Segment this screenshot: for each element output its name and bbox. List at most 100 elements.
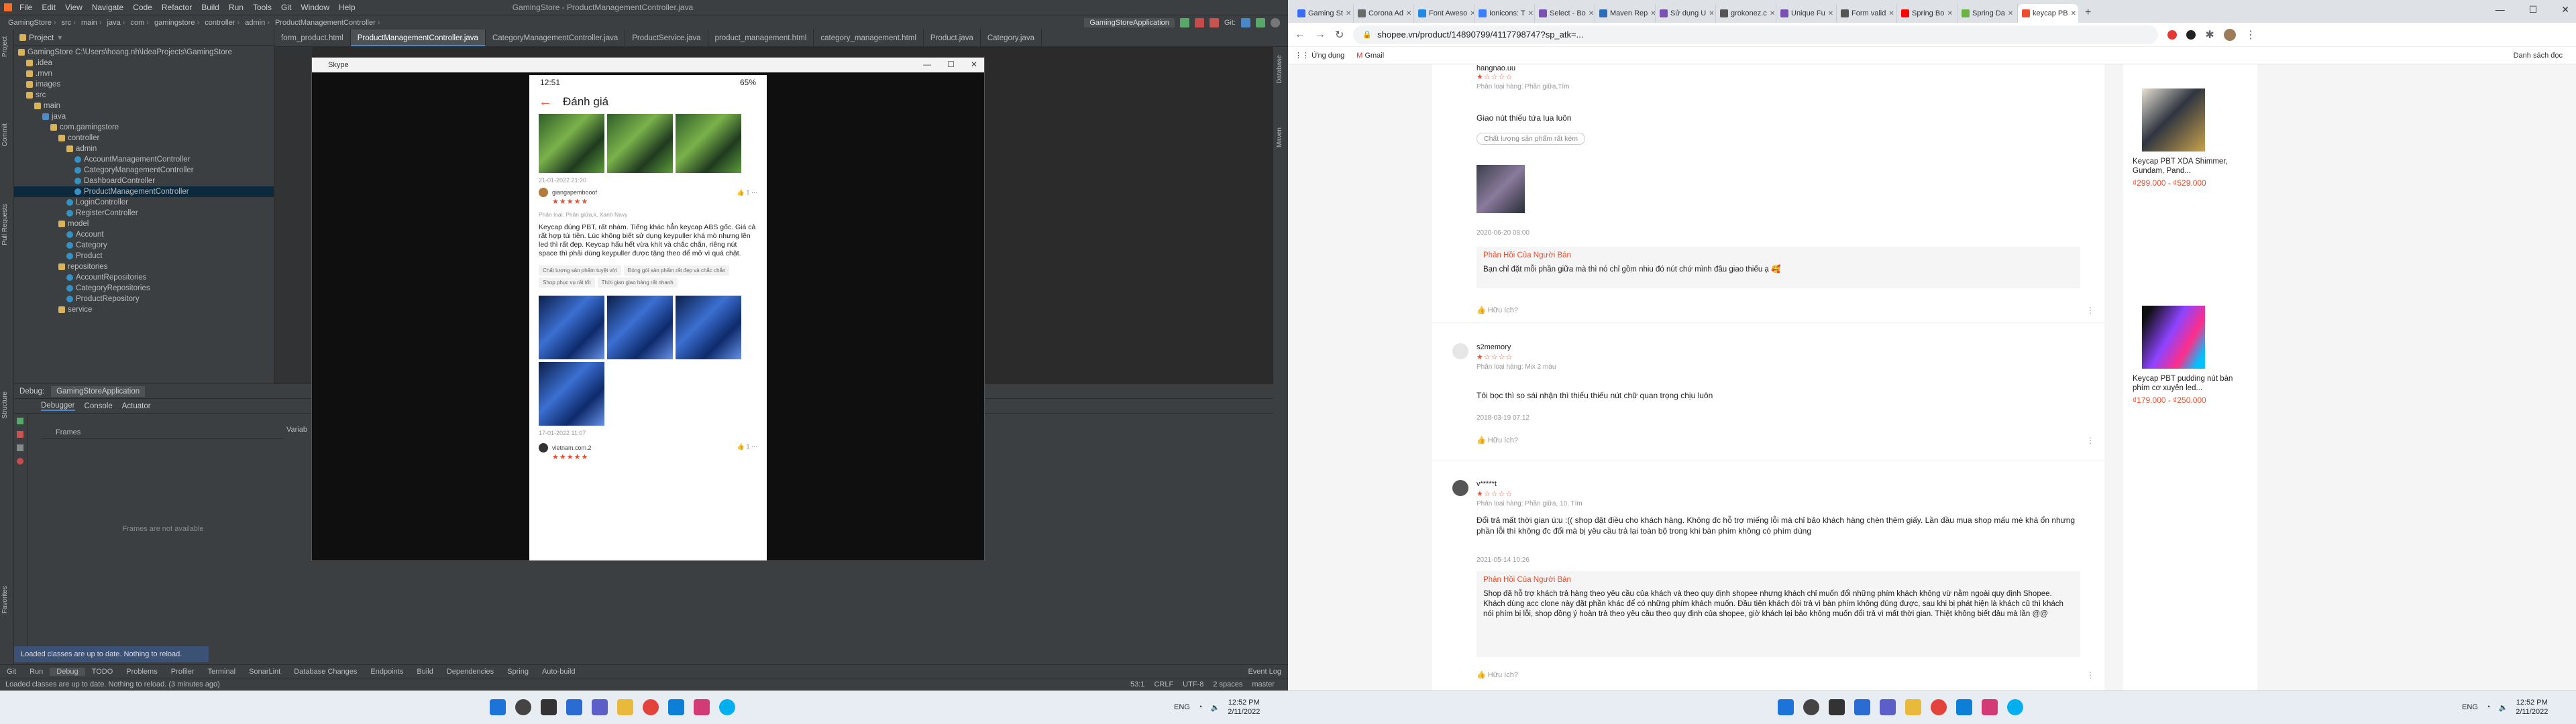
- menu-refactor[interactable]: Refactor: [157, 3, 197, 12]
- debug-config-tab[interactable]: GamingStoreApplication: [51, 385, 146, 397]
- project-tree-item[interactable]: GamingStore C:\Users\hoang.nh\IdeaProjec…: [14, 47, 274, 58]
- project-tree-item[interactable]: CategoryManagementController: [14, 165, 274, 176]
- review-image-thumbnail[interactable]: [539, 362, 604, 426]
- task-view-icon[interactable]: [1829, 699, 1845, 715]
- project-tree-item[interactable]: admin: [14, 143, 274, 154]
- helpful-button[interactable]: 👍 Hữu ích?: [1477, 306, 1518, 314]
- more-options-icon[interactable]: ⋮: [2086, 670, 2094, 680]
- review-image-thumbnail[interactable]: [676, 296, 741, 359]
- new-tab-icon[interactable]: +: [2078, 7, 2098, 23]
- project-tree-item[interactable]: controller: [14, 133, 274, 143]
- git-commit-icon[interactable]: [1256, 18, 1265, 27]
- debug-icon[interactable]: [1194, 18, 1204, 27]
- close-tab-icon[interactable]: ✕: [1888, 10, 1894, 17]
- menu-code[interactable]: Code: [128, 3, 157, 12]
- stop-icon[interactable]: [1209, 18, 1219, 27]
- close-tab-icon[interactable]: ✕: [1828, 10, 1833, 17]
- pull-requests-tool-tab[interactable]: Pull Requests: [1, 204, 9, 245]
- project-tree-item[interactable]: CategoryRepositories: [14, 283, 274, 294]
- close-icon[interactable]: ✕: [971, 60, 977, 69]
- breadcrumb-item[interactable]: main: [78, 19, 105, 27]
- close-tab-icon[interactable]: ✕: [2008, 10, 2013, 17]
- bookmark-apps[interactable]: ⋮⋮ Ứng dụng: [1295, 51, 1344, 60]
- project-tree-item[interactable]: service: [14, 304, 274, 315]
- maximize-icon[interactable]: ☐: [947, 60, 955, 69]
- profile-avatar[interactable]: [2223, 28, 2236, 41]
- project-tree-item[interactable]: DashboardController: [14, 176, 274, 186]
- project-tree-item[interactable]: AccountManagementController: [14, 154, 274, 165]
- browser-tab[interactable]: Maven Rep ✕: [1595, 4, 1656, 23]
- chrome-icon[interactable]: [1931, 699, 1947, 715]
- extension-icon[interactable]: [2167, 29, 2178, 40]
- more-options-icon[interactable]: ⋮: [2086, 436, 2094, 445]
- chrome-icon[interactable]: [643, 699, 659, 715]
- browser-tab[interactable]: Corona Ad ✕: [1354, 4, 1414, 23]
- taskbar-clock[interactable]: 12:52 PM 2/11/2022: [1228, 698, 1260, 717]
- editor-tab[interactable]: Category.java: [981, 29, 1042, 46]
- language-indicator[interactable]: ENG: [1174, 703, 1190, 711]
- chevron-down-icon[interactable]: ▾: [58, 33, 62, 42]
- more-options-icon[interactable]: ⋮: [2086, 306, 2094, 315]
- debug-tab-console[interactable]: Console: [85, 402, 113, 410]
- project-tree-item[interactable]: repositories: [14, 261, 274, 272]
- helpful-button[interactable]: 👍 Hữu ích?: [1477, 436, 1518, 444]
- teams-icon[interactable]: [1880, 699, 1896, 715]
- close-tab-icon[interactable]: ✕: [1528, 10, 1534, 17]
- task-view-icon[interactable]: [541, 699, 557, 715]
- close-tab-icon[interactable]: ✕: [1406, 10, 1411, 17]
- browser-tab[interactable]: Sử dụng U ✕: [1656, 4, 1716, 23]
- helpful-button[interactable]: 👍 Hữu ích?: [1477, 670, 1518, 679]
- file-explorer-icon[interactable]: [617, 699, 633, 715]
- tool-window-problems[interactable]: Problems: [119, 668, 164, 676]
- breadcrumb-item[interactable]: src: [59, 19, 78, 27]
- menu-file[interactable]: File: [15, 3, 37, 12]
- search-icon[interactable]: [515, 699, 531, 715]
- project-tree-item[interactable]: ProductManagementController: [14, 186, 274, 197]
- maximize-icon[interactable]: ☐: [2529, 4, 2538, 15]
- debug-tab-debugger[interactable]: Debugger: [41, 402, 75, 411]
- volume-icon[interactable]: 🔈: [2499, 703, 2508, 712]
- project-tree-item[interactable]: Account: [14, 229, 274, 240]
- intellij-icon[interactable]: [1982, 699, 1998, 715]
- minimize-icon[interactable]: —: [2496, 4, 2505, 15]
- taskbar-clock[interactable]: 12:52 PM 2/11/2022: [2516, 698, 2548, 717]
- tool-window-sonarlint[interactable]: SonarLint: [242, 668, 287, 676]
- breadcrumb-item[interactable]: gamingstore: [152, 19, 202, 27]
- minimize-icon[interactable]: —: [923, 60, 931, 69]
- browser-tab[interactable]: Unique Fu ✕: [1776, 4, 1837, 23]
- stop-icon[interactable]: [17, 431, 23, 438]
- editor-tab[interactable]: CategoryManagementController.java: [486, 29, 626, 46]
- status-item[interactable]: 53:1: [1130, 680, 1144, 688]
- thumbs-up-icon[interactable]: 👍: [737, 443, 745, 450]
- address-bar[interactable]: 🔒 shopee.vn/product/14890799/4117798747?…: [1353, 25, 2159, 44]
- browser-tab[interactable]: Ionicons: T ✕: [1474, 4, 1535, 23]
- event-log-button[interactable]: Event Log: [1241, 668, 1288, 676]
- browser-tab[interactable]: Spring Bo ✕: [1897, 4, 1957, 23]
- status-item[interactable]: UTF-8: [1183, 680, 1203, 688]
- widgets-icon[interactable]: [1854, 699, 1870, 715]
- breadcrumb-item[interactable]: GamingStore: [5, 19, 59, 27]
- wifi-icon[interactable]: ◔: [1198, 703, 1203, 711]
- git-update-icon[interactable]: [1241, 18, 1250, 27]
- editor-tab[interactable]: category_management.html: [814, 29, 924, 46]
- project-tree-item[interactable]: main: [14, 101, 274, 111]
- project-tree-item[interactable]: model: [14, 219, 274, 229]
- favorites-tool-tab[interactable]: Favorites: [1, 586, 9, 613]
- status-item[interactable]: master: [1252, 680, 1275, 688]
- project-tree-item[interactable]: RegisterController: [14, 208, 274, 219]
- search-icon[interactable]: [1803, 699, 1819, 715]
- menu-git[interactable]: Git: [276, 3, 296, 12]
- teams-icon[interactable]: [592, 699, 608, 715]
- language-indicator[interactable]: ENG: [2462, 703, 2478, 711]
- vscode-icon[interactable]: [668, 699, 684, 715]
- close-tab-icon[interactable]: ✕: [2071, 10, 2076, 17]
- tool-window-database-changes[interactable]: Database Changes: [287, 668, 364, 676]
- back-arrow-icon[interactable]: ←: [539, 95, 552, 110]
- close-tab-icon[interactable]: ✕: [1650, 10, 1655, 17]
- reload-icon[interactable]: ↻: [1335, 28, 1344, 42]
- editor-tab[interactable]: Product.java: [924, 29, 981, 46]
- review-video-thumbnail[interactable]: [539, 296, 604, 359]
- run-config-select[interactable]: GamingStoreApplication: [1084, 18, 1175, 27]
- browser-tab[interactable]: Form valid ✕: [1837, 4, 1897, 23]
- browser-tab[interactable]: grokonez.c ✕: [1716, 4, 1776, 23]
